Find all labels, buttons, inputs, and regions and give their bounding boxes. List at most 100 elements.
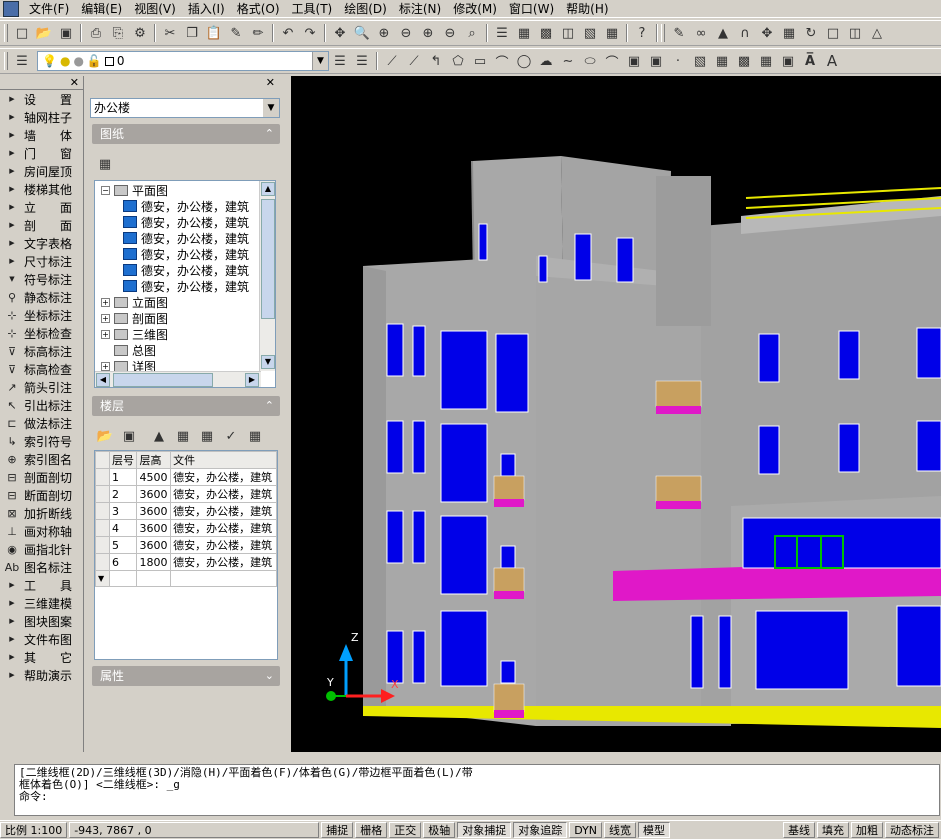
tree-node[interactable]: + 剖面图	[97, 310, 258, 326]
left-menu-item-19[interactable]: ↳ 索引符号	[0, 432, 83, 450]
text-icon[interactable]: A	[821, 51, 843, 71]
close-icon[interactable]: ✕	[70, 76, 79, 89]
line-icon[interactable]: ⟋	[381, 51, 403, 71]
table-cell[interactable]: 3	[108, 502, 138, 520]
floors-section-header[interactable]: 楼层 ⌃	[92, 396, 280, 416]
image-icon[interactable]: ▣	[777, 51, 799, 71]
zoom-in-icon[interactable]: ⊕	[417, 23, 439, 43]
left-menu-item-16[interactable]: ↗ 箭头引注	[0, 378, 83, 396]
match-properties-icon[interactable]: ✎	[225, 23, 247, 43]
left-menu-item-6[interactable]: ▶ 立 面	[0, 198, 83, 216]
calculator-icon[interactable]: ▦	[601, 23, 623, 43]
scroll-right-icon[interactable]: ▶	[245, 373, 259, 387]
zoom-out-icon[interactable]: ⊖	[439, 23, 461, 43]
left-menu-item-23[interactable]: ⊠ 加折断线	[0, 504, 83, 522]
table-cell[interactable]: 3600	[136, 502, 172, 520]
open-file-icon[interactable]: 📂	[33, 23, 55, 43]
region-icon[interactable]: ▩	[733, 51, 755, 71]
rectangle-icon[interactable]: ▭	[469, 51, 491, 71]
tree-node[interactable]: − 平面图	[97, 182, 258, 198]
scale-icon[interactable]: □	[822, 23, 844, 43]
open-folder-icon[interactable]: 📂	[94, 426, 116, 446]
status-right-toggle-3[interactable]: 动态标注	[885, 821, 939, 838]
project-select[interactable]: 办公楼 ▼	[90, 98, 280, 118]
make-block-icon[interactable]: ▣	[645, 51, 667, 71]
ellipse-icon[interactable]: ⬭	[579, 51, 601, 71]
menu-item-8[interactable]: 修改(M)	[447, 0, 503, 18]
grid-table-icon[interactable]: ▦	[244, 426, 266, 446]
table-cell[interactable]: 3600	[136, 519, 172, 537]
pencil-icon[interactable]: ✎	[668, 23, 690, 43]
status-toggle-4[interactable]: 对象捕捉	[457, 821, 512, 838]
menu-item-6[interactable]: 绘图(D)	[338, 0, 393, 18]
left-menu-item-7[interactable]: ▶ 剖 面	[0, 216, 83, 234]
frame-icon[interactable]: ▣	[118, 426, 140, 446]
paste-icon[interactable]: 📋	[203, 23, 225, 43]
scroll-down-icon[interactable]: ▼	[261, 355, 275, 369]
left-menu-item-20[interactable]: ⊕ 索引图名	[0, 450, 83, 468]
layer-manager-icon[interactable]: ☰	[11, 51, 33, 71]
status-toggle-2[interactable]: 正交	[389, 821, 422, 838]
table-cell[interactable]: 1	[108, 468, 138, 486]
table-cell[interactable]: 2	[108, 485, 138, 503]
menu-item-2[interactable]: 视图(V)	[128, 0, 182, 18]
zoom-previous-icon[interactable]: ⊖	[395, 23, 417, 43]
tree-node[interactable]: 德安，办公楼，建筑	[97, 246, 258, 262]
rotate-icon[interactable]: ↻	[800, 23, 822, 43]
zoom-window-icon[interactable]: ⊕	[373, 23, 395, 43]
scale-readout[interactable]: 比例 1:100	[0, 821, 68, 838]
table-cell[interactable]: 3600	[136, 485, 172, 503]
table-icon[interactable]: ▦	[755, 51, 777, 71]
left-menu-item-5[interactable]: ▶ 楼梯其他	[0, 180, 83, 198]
table-cell[interactable]: 4	[108, 519, 138, 537]
status-right-toggle-2[interactable]: 加粗	[851, 821, 883, 838]
col-floor-no[interactable]: 层号	[108, 451, 138, 469]
left-menu-item-22[interactable]: ⊟ 断面剖切	[0, 486, 83, 504]
tree-node[interactable]: + 三维图	[97, 326, 258, 342]
triangle-icon[interactable]: △	[866, 23, 888, 43]
table-row[interactable]: 6 1800 德安，办公楼，建筑	[95, 553, 277, 571]
app-icon[interactable]	[3, 0, 19, 17]
table-row[interactable]: 3 3600 德安，办公楼，建筑	[95, 502, 277, 520]
properties-icon[interactable]: ☰	[491, 23, 513, 43]
save-icon[interactable]: ▣	[55, 23, 77, 43]
undo-icon[interactable]: ↶	[277, 23, 299, 43]
table-cell[interactable]: 6	[108, 553, 138, 571]
left-menu-item-25[interactable]: ◉ 画指北针	[0, 540, 83, 558]
move-icon[interactable]: ✥	[756, 23, 778, 43]
menu-item-5[interactable]: 工具(T)	[286, 0, 339, 18]
table-cell[interactable]: 德安，办公楼，建筑	[170, 536, 277, 554]
status-toggle-0[interactable]: 捕捉	[321, 821, 354, 838]
left-menu-item-0[interactable]: ▶ 设 置	[0, 90, 83, 108]
expand-icon[interactable]: +	[101, 329, 110, 339]
left-menu-item-30[interactable]: ▶ 文件布图	[0, 630, 83, 648]
design-center-icon[interactable]: ▦	[513, 23, 535, 43]
tree-node[interactable]: + 立面图	[97, 294, 258, 310]
menu-item-10[interactable]: 帮助(H)	[560, 0, 614, 18]
menu-item-1[interactable]: 编辑(E)	[75, 0, 128, 18]
left-menu-item-27[interactable]: ▶ 工 具	[0, 576, 83, 594]
status-toggle-1[interactable]: 栅格	[355, 821, 388, 838]
tree-node[interactable]: 德安，办公楼，建筑	[97, 214, 258, 230]
publish-icon[interactable]: ⚙	[129, 23, 151, 43]
grid-icon[interactable]: ▦	[778, 23, 800, 43]
table-row-new[interactable]: ▼	[95, 570, 277, 587]
layer-select[interactable]: 💡 ● ● 🔓 0 ▼	[37, 51, 329, 71]
bookmark-icon[interactable]: ▲	[712, 23, 734, 43]
left-menu-item-17[interactable]: ↖ 引出标注	[0, 396, 83, 414]
left-menu-item-15[interactable]: ⊽ 标高检查	[0, 360, 83, 378]
zoom-extents-icon[interactable]: ⌕	[461, 23, 483, 43]
spline-icon[interactable]: ∼	[557, 51, 579, 71]
drawing-viewport[interactable]: Z Y X	[291, 76, 941, 752]
cut-icon[interactable]: ✂	[159, 23, 181, 43]
left-menu-item-3[interactable]: ▶ 门 窗	[0, 144, 83, 162]
table-row[interactable]: 4 3600 德安，办公楼，建筑	[95, 519, 277, 537]
expand-icon[interactable]: +	[101, 313, 110, 323]
table-row[interactable]: 1 4500 德安，办公楼，建筑	[95, 468, 277, 486]
sheet-set-icon[interactable]: ◫	[557, 23, 579, 43]
left-menu-item-9[interactable]: ▶ 尺寸标注	[0, 252, 83, 270]
building-stack-icon[interactable]: ▦	[172, 426, 194, 446]
mirror-icon[interactable]: ◫	[844, 23, 866, 43]
scroll-left-icon[interactable]: ◀	[96, 373, 110, 387]
left-menu-item-29[interactable]: ▶ 图块图案	[0, 612, 83, 630]
